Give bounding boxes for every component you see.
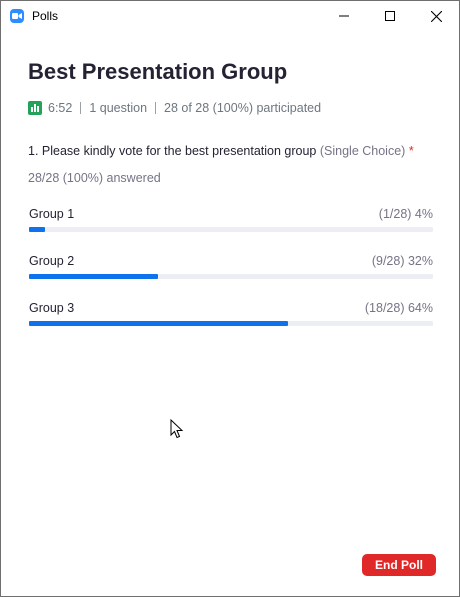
- answered-count: 28/28 (100%) answered: [28, 171, 161, 185]
- participation-status: 28 of 28 (100%) participated: [164, 101, 322, 115]
- option-stat: (9/28) 32%: [371, 254, 433, 268]
- question-type: (Single Choice): [319, 144, 406, 158]
- zoom-camera-icon: [10, 9, 24, 23]
- option-label: Group 1: [29, 207, 75, 221]
- end-poll-button[interactable]: End Poll: [362, 554, 436, 576]
- window-title: Polls: [32, 9, 59, 23]
- result-bar-fill: [29, 227, 46, 232]
- separator: [80, 102, 82, 114]
- poll-meta: 6:52 1 question 28 of 28 (100%) particip…: [28, 99, 321, 117]
- option-label: Group 2: [29, 254, 75, 268]
- bar-chart-icon: [28, 101, 42, 115]
- option-stat: (1/28) 4%: [378, 207, 433, 221]
- question-count: 1 question: [89, 101, 148, 115]
- minimize-button[interactable]: [321, 1, 367, 31]
- separator: [155, 102, 157, 114]
- poll-option: Group 2 (9/28) 32%: [29, 254, 433, 284]
- question-text: 1. Please kindly vote for the best prese…: [28, 144, 414, 158]
- poll-option: Group 1 (1/28) 4%: [29, 207, 433, 237]
- maximize-button[interactable]: [367, 1, 413, 31]
- result-bar-fill: [29, 321, 288, 326]
- required-mark: *: [408, 144, 414, 158]
- poll-title: Best Presentation Group: [28, 59, 288, 84]
- poll-option: Group 3 (18/28) 64%: [29, 301, 433, 331]
- polls-window: Polls Best Presentation Group 6:52 1 que…: [0, 0, 460, 597]
- result-bar-track: [29, 274, 433, 279]
- title-bar[interactable]: Polls: [1, 1, 459, 31]
- option-stat: (18/28) 64%: [364, 301, 433, 315]
- mouse-cursor-icon: [170, 419, 184, 439]
- question-label: 1. Please kindly vote for the best prese…: [28, 144, 317, 158]
- result-bar-track: [29, 321, 433, 326]
- poll-duration: 6:52: [48, 101, 73, 115]
- close-button[interactable]: [413, 1, 459, 31]
- result-bar-fill: [29, 274, 159, 279]
- result-bar-track: [29, 227, 433, 232]
- maximize-icon: [385, 11, 395, 21]
- minimize-icon: [339, 15, 349, 17]
- option-label: Group 3: [29, 301, 75, 315]
- close-icon: [430, 10, 442, 22]
